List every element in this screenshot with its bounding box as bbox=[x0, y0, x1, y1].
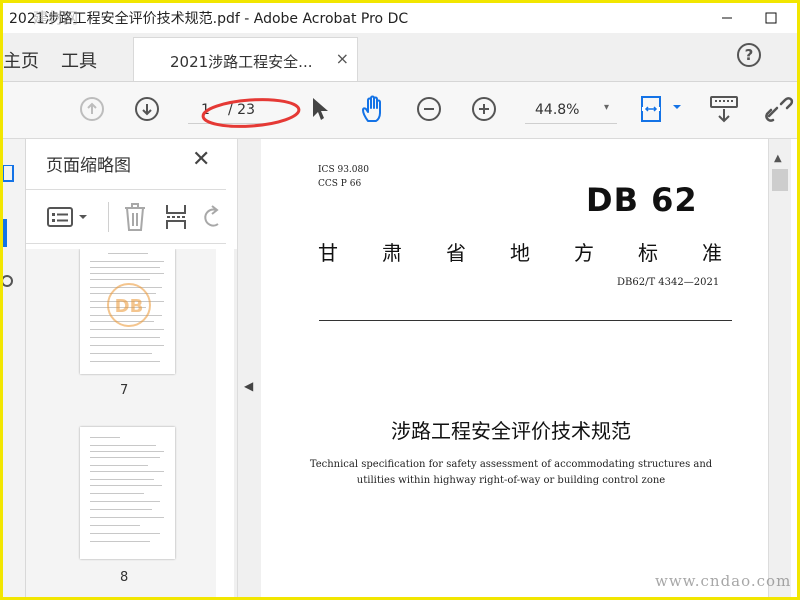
document-scrollbar[interactable]: ▲ bbox=[768, 139, 791, 597]
standard-title-char: 地 bbox=[510, 241, 530, 265]
zoom-out-button[interactable] bbox=[417, 97, 441, 121]
document-tab-label: 2021涉路工程安全... bbox=[170, 53, 313, 71]
document-title-en-line1: Technical specification for safety asses… bbox=[309, 459, 713, 470]
toolbar: 1 / 23 44.8% ▾ bbox=[3, 82, 797, 139]
options-menu-icon[interactable] bbox=[46, 205, 92, 229]
panel-collapse-handle[interactable]: ◀ bbox=[237, 139, 261, 597]
thumbnail-panel: 页面缩略图 ✕ DB 7 8 bbox=[26, 139, 254, 597]
thumbnail-list[interactable]: DB 7 8 bbox=[26, 249, 216, 597]
help-icon[interactable]: ? bbox=[737, 43, 761, 67]
tab-document[interactable]: 2021涉路工程安全... × bbox=[133, 37, 358, 81]
zoom-value: 44.8% bbox=[535, 102, 580, 118]
toolbar-divider bbox=[108, 202, 109, 232]
red-annotation-ellipse bbox=[201, 98, 301, 128]
arrow-down-icon bbox=[135, 97, 159, 121]
zoom-in-button[interactable] bbox=[472, 97, 496, 121]
thumbnail-label-8: 8 bbox=[120, 570, 129, 585]
title-bar: 2021涉路工程安全评价技术规范.pdf - Adobe Acrobat Pro… bbox=[3, 3, 797, 33]
page-layout-button[interactable] bbox=[639, 94, 685, 126]
document-view[interactable]: ICS 93.080 CCS P 66 DB 62 甘 肃 省 地 方 标 准 … bbox=[261, 139, 767, 597]
standard-title-char: 准 bbox=[702, 241, 722, 265]
panel-title: 页面缩略图 bbox=[46, 156, 131, 176]
minus-icon bbox=[417, 97, 441, 121]
keyboard-download-icon bbox=[710, 96, 738, 123]
standard-title-char: 甘 bbox=[318, 241, 338, 265]
chevron-down-icon: ▾ bbox=[603, 102, 609, 113]
collapse-arrow-icon: ◀ bbox=[244, 379, 254, 393]
close-tab-icon[interactable]: × bbox=[336, 49, 349, 68]
top-watermark: 建材网 bbox=[33, 9, 79, 27]
ccs-code: CCS P 66 bbox=[318, 179, 362, 189]
maximize-button[interactable] bbox=[749, 3, 793, 33]
document-number: DB62/T 4342—2021 bbox=[617, 277, 720, 288]
select-tool-button[interactable] bbox=[310, 96, 330, 122]
close-panel-icon[interactable]: ✕ bbox=[192, 147, 210, 172]
svg-text:DB: DB bbox=[115, 296, 144, 317]
hand-tool-button[interactable] bbox=[359, 94, 389, 124]
ics-code: ICS 93.080 bbox=[318, 165, 369, 175]
attachment-icon[interactable] bbox=[3, 273, 15, 289]
header-rule bbox=[319, 320, 732, 321]
maximize-icon bbox=[765, 12, 777, 24]
tab-bar: 主页 工具 2021涉路工程安全... × ? bbox=[3, 33, 797, 82]
tab-tools[interactable]: 工具 bbox=[61, 47, 97, 73]
delete-page-icon[interactable] bbox=[122, 202, 148, 232]
scrollbar-thumb[interactable] bbox=[772, 169, 788, 191]
keyboard-tool-button[interactable] bbox=[709, 94, 739, 124]
thumbnail-label-7: 7 bbox=[120, 383, 129, 398]
panel-toolbar bbox=[26, 189, 226, 244]
bookmark-icon[interactable] bbox=[3, 165, 15, 183]
standard-title-char: 方 bbox=[574, 241, 594, 265]
page-thumbnail-7[interactable]: DB bbox=[80, 249, 175, 374]
tab-home[interactable]: 主页 bbox=[3, 47, 39, 73]
share-link-button[interactable] bbox=[763, 94, 795, 124]
left-nav-strip bbox=[3, 139, 26, 597]
active-panel-indicator bbox=[3, 219, 7, 247]
seal-stamp-image: DB bbox=[107, 283, 151, 327]
standard-title-char: 省 bbox=[446, 241, 466, 265]
page-thumbnail-8[interactable] bbox=[80, 427, 175, 559]
standard-title-char: 肃 bbox=[382, 241, 402, 265]
link-icon bbox=[765, 97, 794, 122]
bottom-watermark: www.cndao.com bbox=[655, 572, 792, 590]
rotate-icon[interactable] bbox=[202, 204, 224, 230]
ics-codes: ICS 93.080 CCS P 66 bbox=[318, 163, 369, 191]
cursor-arrow-icon bbox=[313, 98, 328, 120]
minimize-icon bbox=[722, 17, 732, 19]
hand-icon bbox=[362, 95, 381, 122]
next-page-button[interactable] bbox=[135, 97, 159, 121]
previous-page-button[interactable] bbox=[80, 97, 104, 121]
standard-title-char: 标 bbox=[638, 241, 658, 265]
scroll-up-icon[interactable]: ▲ bbox=[774, 153, 782, 164]
fit-page-icon bbox=[641, 96, 681, 122]
zoom-dropdown[interactable]: 44.8% ▾ bbox=[525, 95, 617, 124]
document-title-cn: 涉路工程安全评价技术规范 bbox=[391, 419, 631, 443]
extract-page-icon[interactable] bbox=[163, 202, 189, 232]
arrow-up-icon bbox=[80, 97, 104, 121]
db-code: DB 62 bbox=[586, 181, 698, 219]
plus-icon bbox=[472, 97, 496, 121]
document-title-en-line2: utilities within highway right-of-way or… bbox=[356, 475, 666, 486]
minimize-button[interactable] bbox=[705, 3, 749, 33]
